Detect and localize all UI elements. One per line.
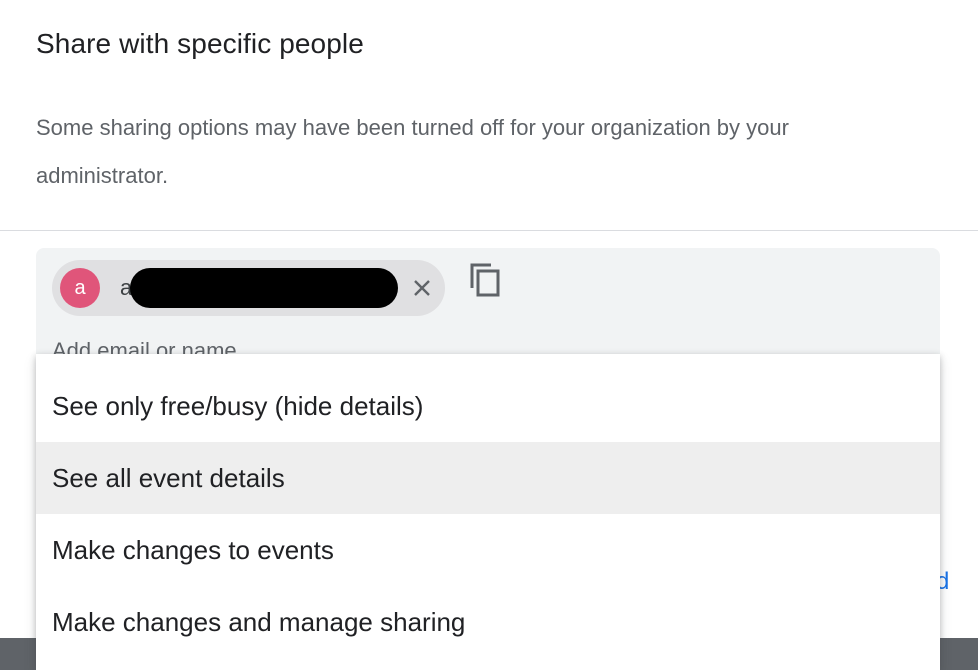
share-dialog: Share with specific people Some sharing … — [0, 0, 978, 670]
menu-item-make-changes[interactable]: Make changes to events — [36, 514, 940, 586]
permission-dropdown-menu: See only free/busy (hide details) See al… — [36, 354, 940, 670]
redacted-email — [130, 268, 398, 308]
divider — [0, 230, 978, 231]
menu-item-free-busy[interactable]: See only free/busy (hide details) — [36, 370, 940, 442]
dialog-title: Share with specific people — [36, 28, 364, 59]
recipient-chip[interactable]: a a — [52, 260, 445, 316]
close-icon[interactable] — [406, 272, 438, 304]
menu-item-manage-sharing[interactable]: Make changes and manage sharing — [36, 586, 940, 658]
copy-icon[interactable] — [466, 260, 506, 300]
menu-item-all-details[interactable]: See all event details — [36, 442, 940, 514]
admin-notice: Some sharing options may have been turne… — [36, 115, 789, 188]
avatar: a — [60, 268, 100, 308]
